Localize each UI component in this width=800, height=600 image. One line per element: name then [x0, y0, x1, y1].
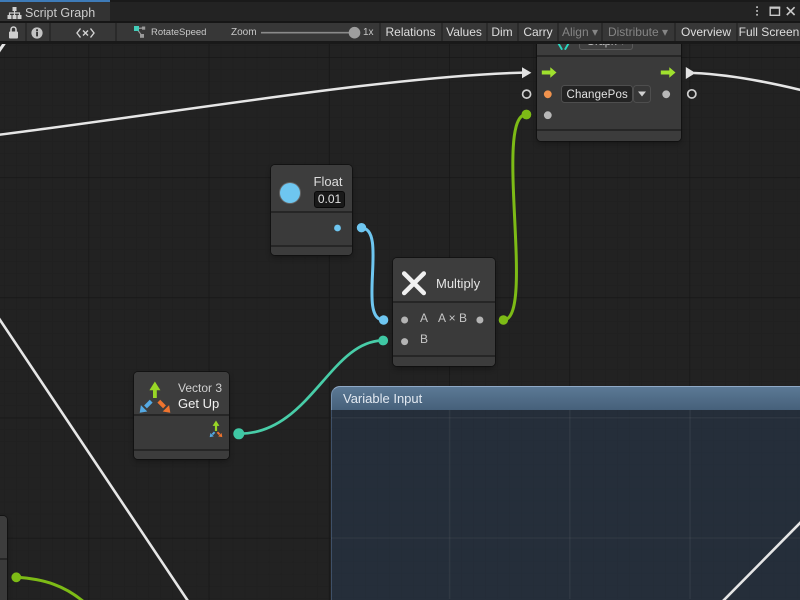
- svg-text:ChangePos: ChangePos: [567, 89, 629, 101]
